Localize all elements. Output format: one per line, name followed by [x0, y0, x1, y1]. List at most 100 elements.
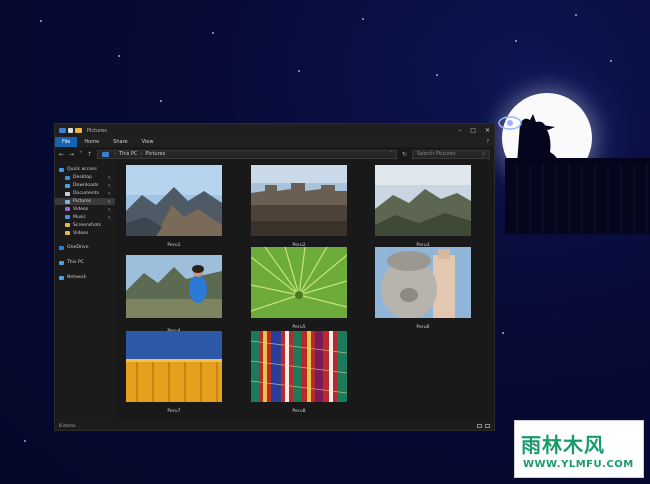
recent-locations-icon[interactable]: ˅	[79, 151, 82, 158]
thumbnail-image	[126, 165, 222, 236]
item-count: 8 items	[59, 423, 76, 429]
file-name: Peru8	[292, 409, 306, 414]
nav-item-this-pc[interactable]: This PC	[55, 259, 115, 267]
file-tile-peru6[interactable]: Peru6	[375, 247, 471, 330]
pin-icon: ✎	[107, 206, 111, 212]
pc-icon	[102, 151, 110, 157]
file-name: Peru7	[167, 409, 181, 414]
nav-item-onedrive[interactable]: OneDrive	[55, 244, 115, 252]
nav-item-videos-folder[interactable]: Videos	[55, 229, 115, 237]
pin-icon: ✎	[107, 183, 111, 189]
app-icon	[59, 128, 66, 133]
tab-view[interactable]: View	[135, 137, 161, 147]
title-bar: Pictures – □ ✕	[55, 124, 494, 137]
nav-item-videos[interactable]: Videos ✎	[55, 205, 115, 213]
nav-label: OneDrive	[67, 245, 89, 251]
pin-icon: ✎	[107, 175, 111, 181]
nav-label: Screenshots	[73, 222, 102, 228]
file-grid: Peru1 Peru2 Peru3 Peru5 Peru6 Peru7 Peru…	[115, 161, 494, 422]
refresh-icon[interactable]: ↻	[402, 151, 407, 158]
forward-arrow-icon[interactable]: →	[69, 151, 74, 158]
nav-item-network[interactable]: Network	[55, 274, 115, 282]
nav-item-pictures[interactable]: Pictures ✎	[55, 197, 115, 206]
watermark-url: WWW.YLMFU.COM	[523, 459, 634, 470]
status-bar: 8 items	[55, 422, 494, 430]
address-row: ← → ˅ ↑ › This PC › Pictures ˅ ↻ Search …	[55, 147, 494, 161]
minimize-button[interactable]: –	[458, 127, 461, 134]
star	[212, 32, 214, 34]
nav-label: Videos	[73, 230, 89, 236]
folder-icon	[65, 223, 70, 228]
tab-share[interactable]: Share	[106, 137, 134, 147]
thumbnail-image	[375, 247, 471, 319]
nav-label: Network	[67, 275, 87, 281]
large-icons-view-icon[interactable]	[485, 424, 490, 428]
cloud-icon	[59, 245, 64, 250]
fence	[505, 164, 650, 234]
file-tile-peru3[interactable]: Peru3	[375, 165, 471, 248]
star	[436, 74, 438, 76]
pin-icon: ✎	[107, 199, 111, 204]
breadcrumb-this-pc[interactable]: This PC	[119, 151, 137, 157]
maximize-button[interactable]: □	[470, 127, 476, 134]
nav-item-music[interactable]: Music ✎	[55, 213, 115, 221]
video-icon	[65, 207, 70, 212]
back-arrow-icon[interactable]: ←	[59, 151, 64, 158]
search-icon: ⌕	[482, 151, 485, 157]
star-icon	[59, 167, 64, 172]
pin-icon: ✎	[107, 214, 111, 220]
thumbnail-image	[250, 246, 348, 318]
thumbnail-image	[250, 331, 348, 402]
file-tile-peru2[interactable]: Peru2	[251, 165, 347, 248]
nav-label: Videos	[73, 206, 89, 212]
nav-label: Downloads	[73, 183, 99, 189]
chevron-right-icon: ›	[140, 151, 143, 157]
address-bar[interactable]: › This PC › Pictures ˅	[97, 149, 397, 159]
file-name: Peru5	[292, 325, 306, 330]
search-placeholder: Search Pictures	[417, 151, 456, 157]
thumbnail-image	[375, 165, 471, 236]
up-arrow-icon[interactable]: ↑	[87, 151, 92, 158]
tab-file[interactable]: File	[55, 137, 78, 147]
close-button[interactable]: ✕	[485, 127, 490, 134]
file-tile-peru1[interactable]: Peru1	[126, 165, 222, 248]
new-folder-icon[interactable]	[75, 128, 82, 133]
nav-label: Desktop	[73, 175, 92, 181]
file-tile-peru4[interactable]: Peru4	[126, 251, 222, 334]
details-view-icon[interactable]	[477, 424, 482, 428]
nav-item-desktop[interactable]: Desktop ✎	[55, 174, 115, 182]
nav-label: This PC	[67, 260, 84, 266]
download-icon	[65, 183, 70, 188]
star	[160, 100, 162, 102]
network-icon	[59, 275, 64, 280]
window-title: Pictures	[87, 127, 107, 134]
star	[362, 18, 364, 20]
thumbnail-image	[126, 255, 222, 318]
pin-icon: ✎	[107, 191, 111, 197]
nav-item-documents[interactable]: Documents ✎	[55, 190, 115, 198]
folder-icon	[65, 231, 70, 236]
watermark-text: 雨林木风	[521, 433, 605, 457]
pc-icon	[59, 260, 64, 265]
star	[298, 70, 300, 72]
nav-item-screenshots[interactable]: Screenshots	[55, 221, 115, 229]
file-name: Peru1	[167, 243, 181, 248]
file-tile-peru7[interactable]: Peru7	[126, 331, 222, 414]
music-icon	[65, 215, 70, 220]
help-button[interactable]: ?	[486, 137, 494, 147]
nav-item-downloads[interactable]: Downloads ✎	[55, 182, 115, 190]
nav-item-quick-access[interactable]: Quick access	[55, 166, 115, 174]
eye-icon	[498, 116, 522, 130]
chevron-down-icon[interactable]: ˅	[389, 151, 392, 157]
navigation-pane: Quick access Desktop ✎ Downloads ✎ Docum…	[55, 161, 115, 422]
file-name: Peru6	[416, 325, 430, 330]
nav-label: Pictures	[73, 199, 92, 204]
search-input[interactable]: Search Pictures ⌕	[412, 149, 490, 159]
nav-label: Music	[73, 214, 87, 220]
tab-home[interactable]: Home	[77, 137, 106, 147]
file-tile-peru8[interactable]: Peru8	[250, 331, 348, 414]
file-tile-peru5[interactable]: Peru5	[250, 246, 348, 330]
breadcrumb-pictures[interactable]: Pictures	[145, 151, 165, 157]
file-explorer-window: Pictures – □ ✕ File Home Share View ? ← …	[54, 123, 495, 431]
quick-access-properties-icon[interactable]	[68, 128, 73, 133]
